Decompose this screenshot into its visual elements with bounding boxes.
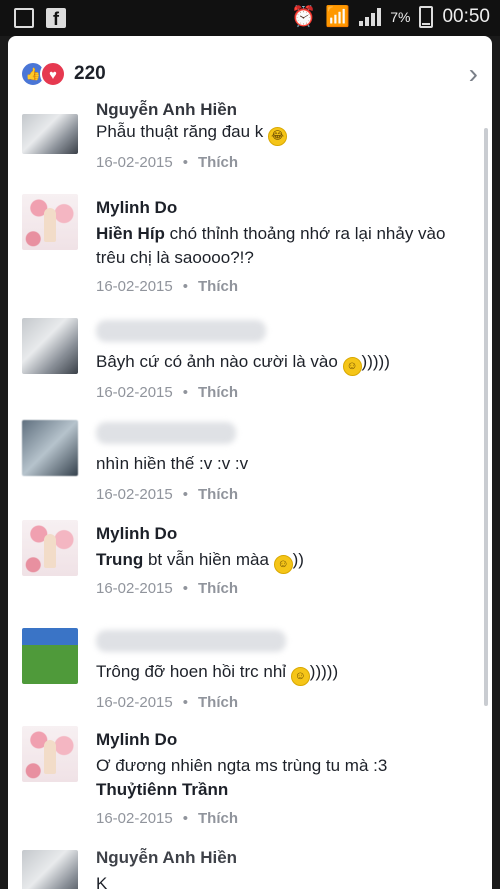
like-button[interactable]: Thích xyxy=(198,580,238,597)
comment-text: Trông đỡ hoen hồi trc nhỉ ☺))))) xyxy=(96,660,466,686)
love-reaction-icon: ♥ xyxy=(40,61,66,87)
avatar[interactable] xyxy=(22,726,78,782)
like-button[interactable]: Thích xyxy=(198,154,238,171)
comment-date: 16-02-2015 xyxy=(96,694,173,711)
avatar[interactable] xyxy=(22,318,78,374)
comment-author[interactable]: Mylinh Do xyxy=(96,198,177,218)
like-button[interactable]: Thích xyxy=(198,694,238,711)
blurred-author-name xyxy=(96,422,236,444)
chevron-right-icon[interactable]: › xyxy=(469,58,478,90)
comment-text: Phẫu thuật răng đau k 😂 xyxy=(96,120,466,146)
like-button[interactable]: Thích xyxy=(198,486,238,503)
smile-emoji-icon: ☺ xyxy=(273,555,293,574)
mention[interactable]: Thuỷtiênn Trầnn xyxy=(96,780,228,799)
laughing-emoji-icon: 😂 xyxy=(268,127,288,146)
comment-meta: 16-02-2015 • Thích xyxy=(96,694,238,711)
reaction-count: 220 xyxy=(74,63,106,84)
wifi-icon: 📶 xyxy=(325,6,351,28)
comment-meta: 16-02-2015 • Thích xyxy=(96,154,238,171)
avatar[interactable] xyxy=(22,850,78,889)
battery-percent: 7% xyxy=(390,9,411,25)
comment-text: Ơ đương nhiên ngta ms trùng tu mà :3 Thuỷ… xyxy=(96,756,388,799)
comment-text: Trung bt vẫn hiền màa ☺)) xyxy=(96,548,466,574)
avatar[interactable] xyxy=(22,628,78,684)
comment-meta: 16-02-2015 • Thích xyxy=(96,486,238,503)
avatar[interactable] xyxy=(22,194,78,250)
reactions-header[interactable]: 👍 ♥ 220 › xyxy=(8,36,492,106)
mention[interactable]: Trung xyxy=(96,550,143,569)
comment-text: Bâyh cứ có ảnh nào cười là vào ☺))))) xyxy=(96,350,466,376)
comment-meta: 16-02-2015 • Thích xyxy=(96,384,238,401)
comment-text: K xyxy=(96,874,108,889)
mention[interactable]: Hiền Híp xyxy=(96,224,165,243)
comment-text: Hiền Híp chó thỉnh thoảng nhớ ra lại nhả… xyxy=(96,224,446,267)
clock: 00:50 xyxy=(442,6,490,27)
signal-icon xyxy=(359,8,382,26)
alarm-icon: ⏰ xyxy=(291,6,317,28)
gallery-icon xyxy=(14,8,34,28)
avatar[interactable] xyxy=(22,114,78,154)
comment-date: 16-02-2015 xyxy=(96,580,173,597)
comment-author[interactable]: Mylinh Do xyxy=(96,524,177,544)
smile-emoji-icon: ☺ xyxy=(290,667,310,686)
comment-author[interactable]: Nguyễn Anh Hiền xyxy=(96,848,237,868)
comment-date: 16-02-2015 xyxy=(96,278,173,295)
comment-author[interactable]: Mylinh Do xyxy=(96,730,177,750)
battery-icon xyxy=(419,6,434,28)
comment-date: 16-02-2015 xyxy=(96,486,173,503)
comments-panel: 👍 ♥ 220 › Nguyễn Anh Hiền Phẫu thuật răn… xyxy=(8,36,492,889)
comment-meta: 16-02-2015 • Thích xyxy=(96,278,238,295)
facebook-icon: f xyxy=(46,8,66,29)
comment-meta: 16-02-2015 • Thích xyxy=(96,580,238,597)
like-button[interactable]: Thích xyxy=(198,278,238,295)
like-button[interactable]: Thích xyxy=(198,384,238,401)
blurred-author-name xyxy=(96,630,286,652)
blurred-author-name xyxy=(96,320,266,342)
avatar[interactable] xyxy=(22,420,78,476)
like-button[interactable]: Thích xyxy=(198,810,238,827)
comment-author[interactable]: Nguyễn Anh Hiền xyxy=(96,100,237,120)
comment-meta: 16-02-2015 • Thích xyxy=(96,810,238,827)
avatar[interactable] xyxy=(22,520,78,576)
comment-date: 16-02-2015 xyxy=(96,384,173,401)
scrollbar[interactable] xyxy=(484,128,488,706)
comment-date: 16-02-2015 xyxy=(96,810,173,827)
comment-text: nhìn hiền thế :v :v :v xyxy=(96,454,249,473)
status-bar: f ⏰ 📶 7% 00:50 xyxy=(0,0,500,36)
comment-date: 16-02-2015 xyxy=(96,154,173,171)
smile-emoji-icon: ☺ xyxy=(342,357,362,376)
